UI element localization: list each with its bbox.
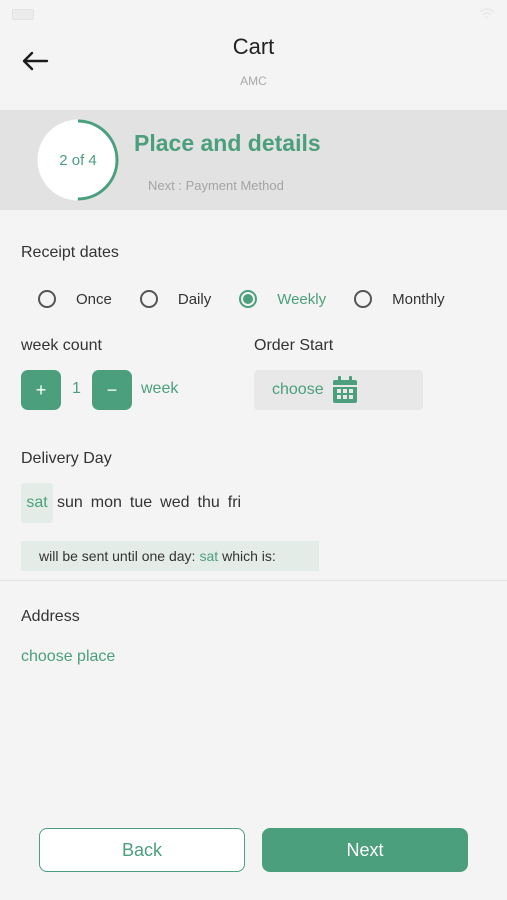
day-fri[interactable]: fri: [224, 483, 245, 523]
page-title: Cart: [232, 34, 275, 59]
step-next-label: Next : Payment Method: [148, 178, 284, 193]
radio-monthly[interactable]: Monthly: [354, 290, 445, 308]
order-start-label: Order Start: [254, 337, 334, 354]
week-count-label: week count: [21, 337, 102, 354]
day-sat[interactable]: sat: [21, 483, 53, 523]
status-left: [12, 8, 34, 20]
step-progress-circle: 2 of 4: [37, 119, 119, 201]
choose-place-link[interactable]: choose place: [21, 648, 115, 666]
radio-monthly-circle[interactable]: [354, 290, 373, 308]
back-button[interactable]: Back: [39, 828, 245, 872]
step-indicator: 2 of 4: [59, 151, 97, 169]
address-label: Address: [21, 608, 80, 625]
calendar-icon: [332, 376, 357, 403]
delivery-info-day: sat: [199, 548, 219, 564]
section-divider: [0, 580, 507, 581]
delivery-info-prefix: will be sent until one day:: [39, 548, 196, 564]
delivery-info-box: will be sent until one day: sat which is…: [21, 541, 319, 571]
radio-daily-label: Daily: [177, 290, 212, 308]
day-tue[interactable]: tue: [126, 483, 156, 523]
delivery-day-selector: sat sun mon tue wed thu fri: [21, 483, 245, 523]
decrement-button[interactable]: −: [92, 370, 132, 410]
receipt-dates-label: Receipt dates: [21, 244, 119, 261]
radio-monthly-label: Monthly: [392, 290, 445, 308]
status-bar: [0, 0, 507, 28]
day-mon[interactable]: mon: [87, 483, 126, 523]
signal-icon: [479, 7, 495, 22]
battery-icon: [12, 8, 34, 20]
step-title: Place and details: [134, 130, 321, 156]
order-start-choose-text: choose: [272, 381, 324, 398]
radio-weekly-label: Weekly: [277, 290, 327, 308]
receipt-radio-group: Once Daily Weekly Monthly: [38, 286, 445, 312]
radio-weekly[interactable]: Weekly: [239, 290, 326, 308]
radio-once-label: Once: [76, 290, 112, 308]
delivery-day-label: Delivery Day: [21, 450, 112, 467]
day-thu[interactable]: thu: [194, 483, 224, 523]
app-header: Cart AMC: [0, 28, 507, 110]
next-button[interactable]: Next: [262, 828, 468, 872]
week-count-value: 1: [72, 380, 81, 397]
delivery-info-suffix: which is:: [222, 548, 276, 564]
order-start-picker[interactable]: choose: [254, 370, 423, 410]
page-subtitle: AMC: [240, 74, 267, 88]
increment-button[interactable]: +: [21, 370, 61, 410]
step-banner: 2 of 4 Place and details Next : Payment …: [0, 110, 507, 210]
radio-daily-circle[interactable]: [139, 290, 158, 308]
day-sun[interactable]: sun: [53, 483, 87, 523]
radio-daily[interactable]: Daily: [139, 290, 212, 308]
day-wed[interactable]: wed: [156, 483, 193, 523]
radio-once[interactable]: Once: [38, 290, 112, 308]
week-unit-label: week: [141, 380, 179, 397]
radio-weekly-circle[interactable]: [239, 290, 258, 308]
radio-once-circle[interactable]: [38, 290, 56, 308]
